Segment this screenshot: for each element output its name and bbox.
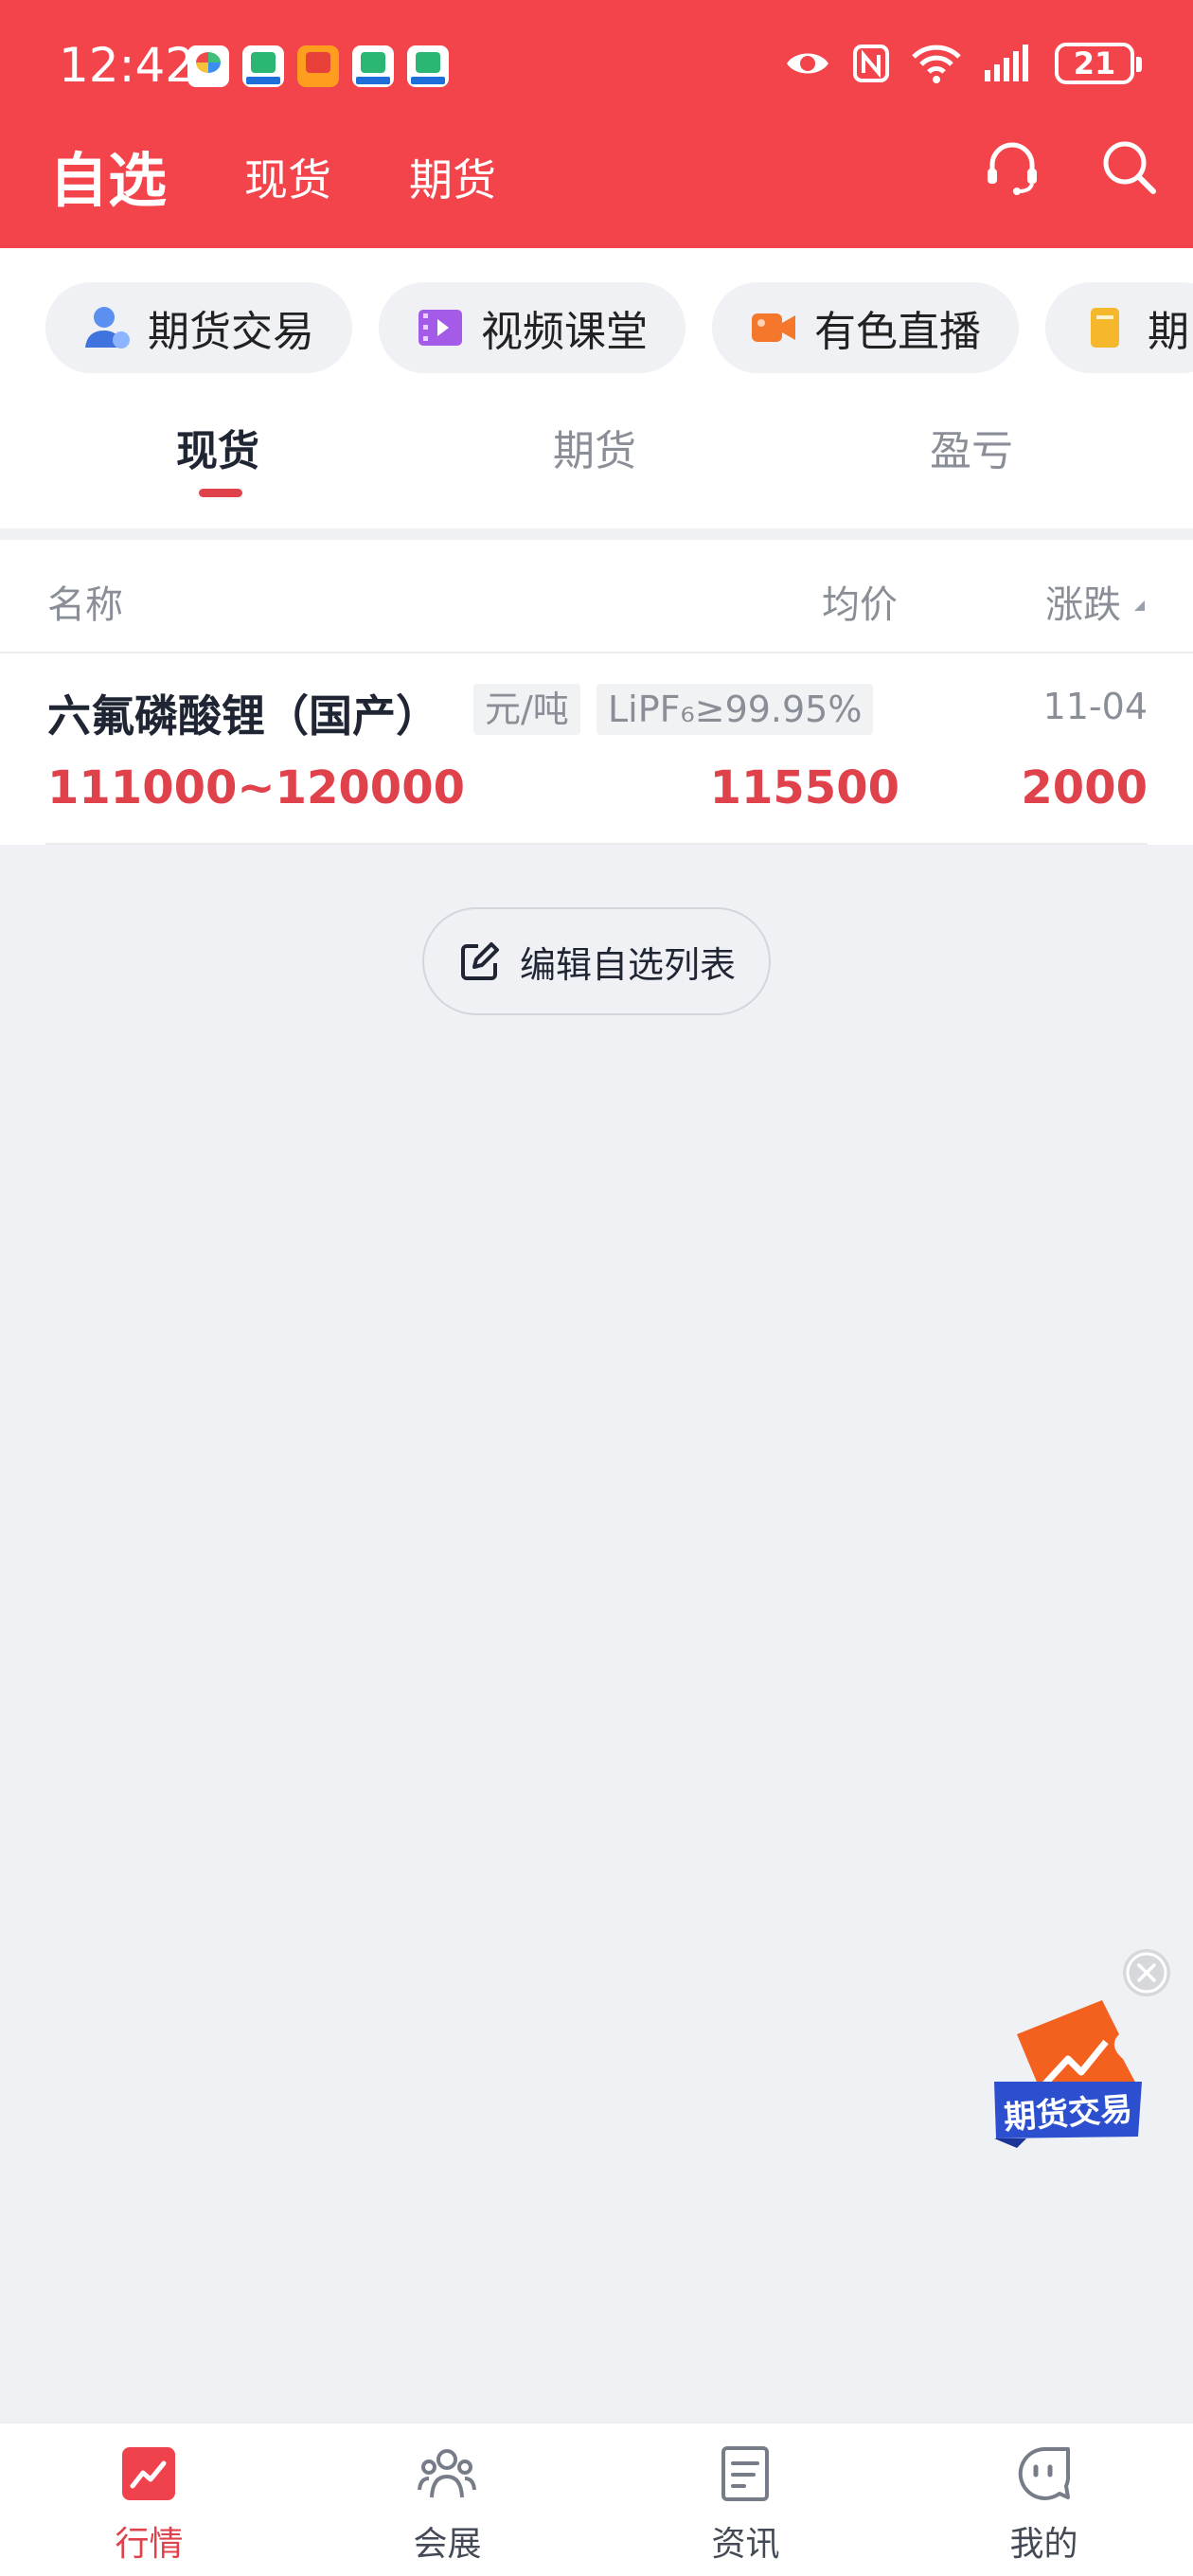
header-tab-spot[interactable]: 现货: [244, 146, 331, 208]
shortcut-chips: 期货交易 视频课堂 有色直播 期: [45, 282, 1193, 373]
unit-badge: 元/吨: [473, 684, 580, 735]
price-range: 111000~120000: [47, 761, 465, 814]
edit-watchlist-button[interactable]: 编辑自选列表: [422, 907, 771, 1015]
video-app-icon: [242, 45, 284, 87]
row-divider: [45, 843, 1148, 845]
price-change: 2000: [1021, 761, 1148, 814]
chip-label: 期货交易: [148, 308, 314, 356]
nav-label: 资讯: [711, 2525, 780, 2564]
signal-icon: [985, 45, 1028, 81]
app-screen: 12:42 21 自选 现货 期货 期货交易 视频课堂 有色直播 期 现货 期货…: [0, 0, 1193, 2576]
chip-video-class[interactable]: 视频课堂: [379, 282, 686, 373]
column-header-change[interactable]: 涨跌: [1045, 574, 1121, 629]
column-header-avg-price: 均价: [822, 583, 898, 627]
quote-date: 11-04: [1042, 686, 1148, 727]
video-app-icon: [407, 45, 449, 87]
nav-item-news[interactable]: 资讯: [596, 2424, 895, 2576]
news-icon: [721, 2446, 769, 2501]
spec-badge: LiPF₆≥99.95%: [596, 684, 874, 735]
film-icon: [418, 310, 462, 346]
nav-item-profile[interactable]: 我的: [895, 2424, 1193, 2576]
document-icon: [1091, 308, 1119, 348]
nfc-icon: [853, 45, 889, 82]
chip-label: 有色直播: [814, 308, 981, 356]
nav-item-expo[interactable]: 会展: [298, 2424, 596, 2576]
tab-futures[interactable]: 期货: [553, 417, 636, 477]
futures-trading-ad[interactable]: 期货交易: [988, 1996, 1149, 2148]
user-icon: [85, 307, 130, 349]
people-icon: [418, 2449, 476, 2498]
header-tab-futures[interactable]: 期货: [409, 146, 496, 208]
watchlist-table: 名称 均价 涨跌 六氟磷酸锂（国产） 元/吨 LiPF₆≥99.95% 11-0…: [0, 540, 1193, 845]
status-time: 12:42: [59, 38, 196, 93]
eye-icon: [787, 53, 828, 74]
header-bar: 12:42 21 自选 现货 期货: [0, 0, 1193, 248]
camera-icon: [752, 313, 795, 342]
column-header-name: 名称: [47, 583, 123, 627]
tab-profit-loss[interactable]: 盈亏: [930, 417, 1013, 477]
edit-icon: [460, 942, 499, 980]
chip-label: 期: [1148, 308, 1189, 356]
nav-label: 会展: [413, 2525, 482, 2564]
page-title: 自选: [49, 146, 168, 215]
bottom-nav: 行情 会展 资讯 我的: [0, 2423, 1193, 2576]
avg-price: 115500: [709, 761, 899, 814]
status-icons: 21: [784, 42, 1142, 85]
chip-futures-trading[interactable]: 期货交易: [45, 282, 352, 373]
red-envelope-icon: [297, 45, 339, 87]
nav-label: 行情: [115, 2525, 184, 2564]
search-icon[interactable]: [1098, 136, 1161, 199]
chart-icon: [122, 2447, 175, 2500]
chip-live-stream[interactable]: 有色直播: [712, 282, 1019, 373]
battery-icon: 21: [1055, 43, 1142, 84]
nav-label: 我的: [1009, 2525, 1078, 2564]
close-icon[interactable]: [1123, 1949, 1170, 1996]
chip-label: 视频课堂: [481, 308, 648, 356]
wifi-icon: [912, 45, 961, 83]
headset-icon[interactable]: [981, 136, 1043, 199]
sort-icon[interactable]: [1134, 600, 1145, 611]
profile-icon: [1018, 2447, 1071, 2500]
nav-item-market[interactable]: 行情: [0, 2424, 298, 2576]
notification-icons: [187, 45, 449, 87]
tab-spot[interactable]: 现货: [176, 417, 259, 477]
chip-futures-more[interactable]: 期: [1045, 282, 1193, 373]
table-row[interactable]: 六氟磷酸锂（国产） 元/吨 LiPF₆≥99.95% 11-04 111000~…: [0, 653, 1193, 843]
top-panel: 期货交易 视频课堂 有色直播 期 现货 期货 盈亏: [0, 248, 1193, 528]
product-name: 六氟磷酸锂（国产）: [47, 690, 439, 742]
active-tab-indicator: [199, 489, 242, 497]
video-app-icon: [352, 45, 394, 87]
edit-watchlist-label: 编辑自选列表: [519, 943, 736, 986]
app-icon: [187, 45, 229, 87]
